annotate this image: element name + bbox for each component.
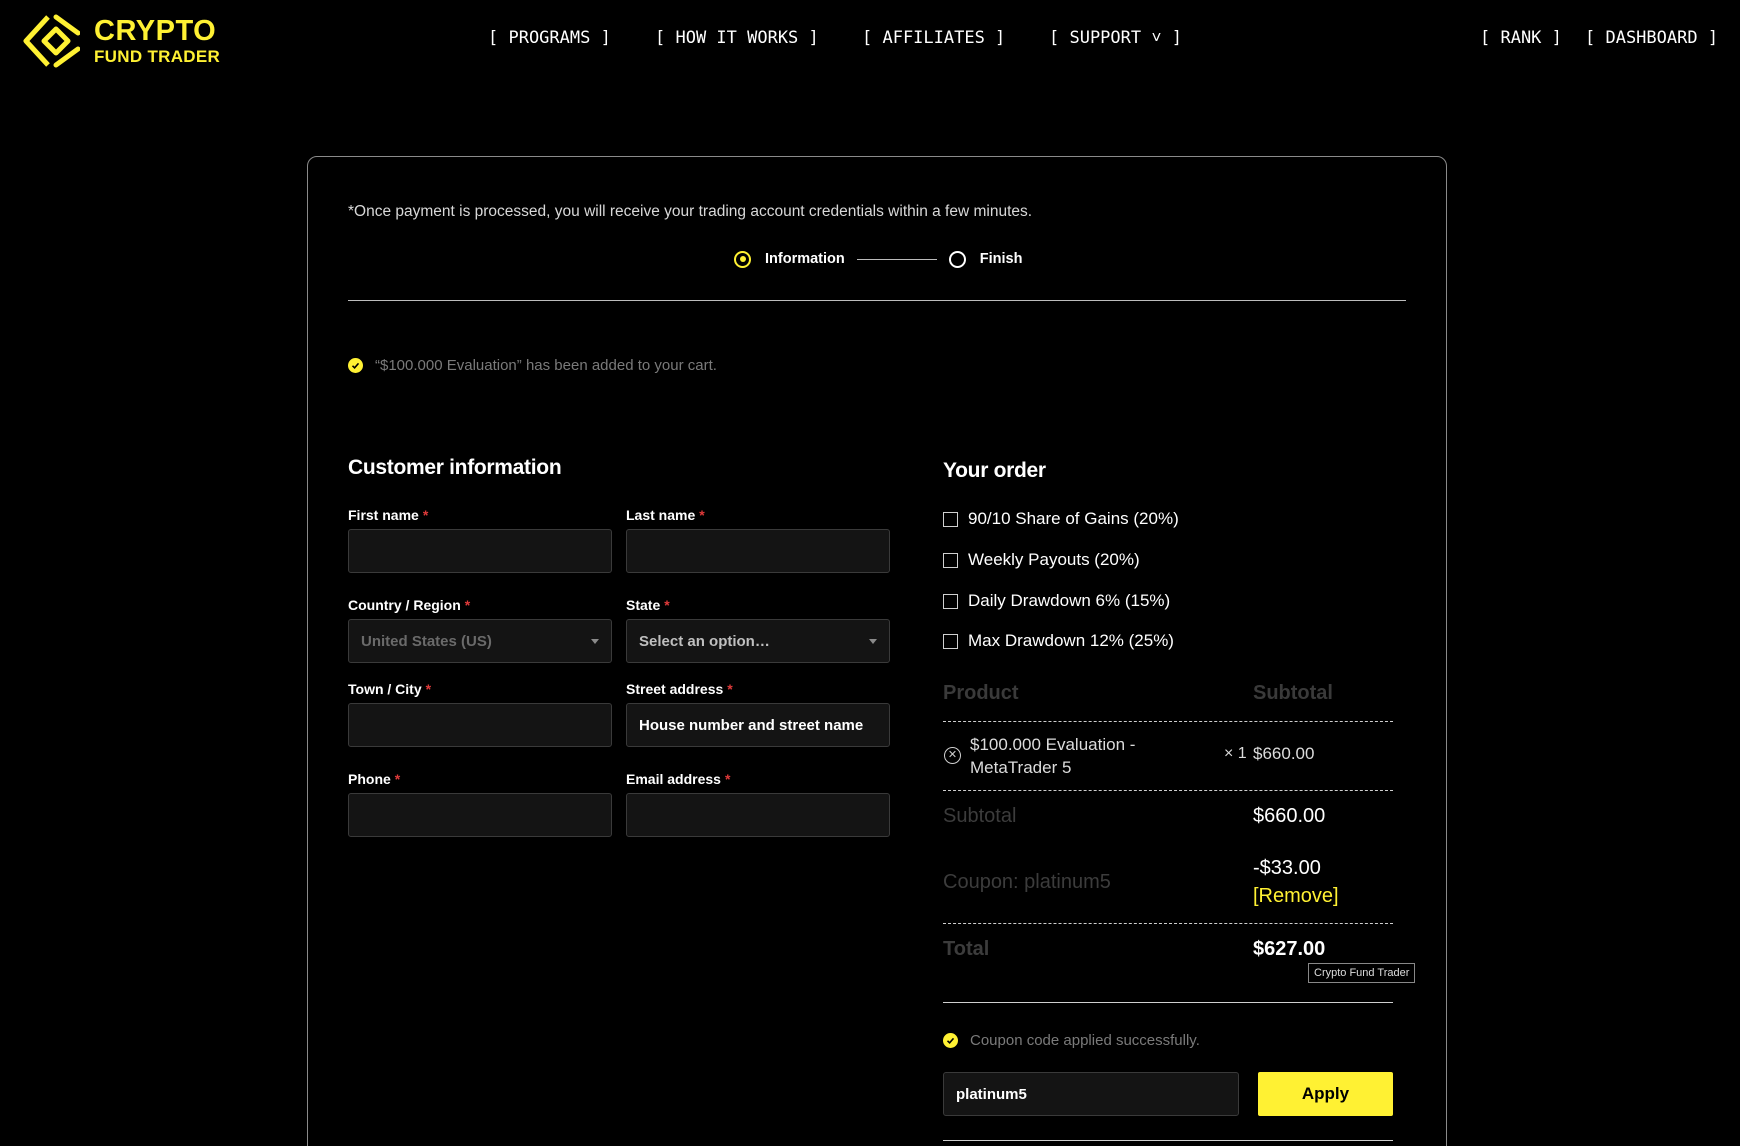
state-select-value: Select an option…: [639, 632, 770, 650]
step-information[interactable]: Information: [765, 251, 845, 267]
coupon-discount: -$33.00: [1253, 857, 1321, 879]
check-circle-icon: [348, 358, 363, 373]
first-name-label: First name *: [348, 507, 429, 523]
country-select[interactable]: United States (US): [348, 619, 612, 663]
addon-daily-drawdown[interactable]: Daily Drawdown 6% (15%): [943, 591, 1170, 611]
payment-notice: *Once payment is processed, you will rec…: [348, 203, 1033, 220]
subtotal-value: $660.00: [1253, 805, 1326, 827]
step-finish[interactable]: Finish: [980, 251, 1023, 267]
coupon-success-text: Coupon code applied successfully.: [970, 1032, 1200, 1049]
phone-label: Phone *: [348, 771, 401, 787]
last-name-label: Last name *: [626, 507, 705, 523]
order-col-product: Product: [943, 682, 1019, 704]
nav-programs[interactable]: [ PROGRAMS ]: [488, 28, 611, 48]
step-finish-icon: [948, 250, 966, 268]
checkout-card: *Once payment is processed, you will rec…: [307, 156, 1447, 1146]
site-header: CRYPTO FUND TRADER [ PROGRAMS ] [ HOW IT…: [0, 0, 1740, 80]
order-product-name: $100.000 Evaluation - MetaTrader 5: [970, 735, 1136, 777]
state-label: State *: [626, 597, 670, 613]
customer-info-title: Customer information: [348, 456, 562, 479]
street-label: Street address *: [626, 681, 733, 697]
total-label: Total: [943, 938, 990, 960]
addon-weekly-payouts[interactable]: Weekly Payouts (20%): [943, 550, 1140, 570]
addon-share-of-gains[interactable]: 90/10 Share of Gains (20%): [943, 509, 1179, 529]
checkout-steps: Information Finish: [734, 247, 1022, 271]
nav-affiliates[interactable]: [ AFFILIATES ]: [862, 28, 1005, 48]
state-select[interactable]: Select an option…: [626, 619, 890, 663]
apply-coupon-button[interactable]: Apply: [1258, 1072, 1393, 1116]
email-label: Email address *: [626, 771, 731, 787]
your-order-title: Your order: [943, 459, 1046, 482]
divider: [348, 300, 1406, 301]
coupon-code-value: platinum5: [956, 1085, 1027, 1103]
total-value: $627.00: [1253, 938, 1326, 960]
order-divider: [943, 1002, 1393, 1003]
country-label: Country / Region *: [348, 597, 471, 613]
email-input[interactable]: [626, 793, 890, 837]
coupon-success-message: Coupon code applied successfully.: [943, 1032, 1200, 1049]
last-name-input[interactable]: [626, 529, 890, 573]
coupon-label: Coupon: platinum5: [943, 871, 1111, 893]
brand-name-line2: FUND TRADER: [94, 47, 221, 66]
coupon-remove-link[interactable]: [Remove]: [1253, 885, 1339, 908]
coupon-code-input[interactable]: platinum5: [943, 1072, 1239, 1116]
nav-dashboard[interactable]: [ DASHBOARD ]: [1585, 28, 1718, 48]
nav-support[interactable]: [ SUPPORT ˅ ]: [1049, 28, 1182, 49]
step-connector: [856, 258, 937, 260]
order-divider: [943, 721, 1393, 722]
city-input[interactable]: [348, 703, 612, 747]
cart-added-text: “$100.000 Evaluation” has been added to …: [375, 357, 717, 374]
first-name-input[interactable]: [348, 529, 612, 573]
order-col-subtotal: Subtotal: [1253, 682, 1333, 704]
country-select-value: United States (US): [361, 632, 492, 650]
brand-logo-icon: [23, 14, 80, 68]
street-input[interactable]: House number and street name: [626, 703, 890, 747]
order-divider: [943, 790, 1393, 791]
addon-max-drawdown[interactable]: Max Drawdown 12% (25%): [943, 631, 1174, 651]
cart-added-message: “$100.000 Evaluation” has been added to …: [348, 357, 717, 374]
order-divider: [943, 1140, 1393, 1141]
brand-logo[interactable]: CRYPTO FUND TRADER: [22, 14, 220, 68]
nav-how-it-works[interactable]: [ HOW IT WORKS ]: [655, 28, 819, 48]
nav-rank[interactable]: [ RANK ]: [1480, 28, 1562, 48]
chevron-down-icon: [591, 639, 599, 644]
checkbox-icon[interactable]: [943, 593, 958, 609]
remove-item-icon[interactable]: ✕: [944, 747, 961, 764]
phone-input[interactable]: [348, 793, 612, 837]
chevron-down-icon: [869, 639, 877, 644]
checkbox-icon[interactable]: [943, 552, 958, 568]
step-information-icon: [734, 250, 751, 268]
checkbox-icon[interactable]: [943, 633, 958, 649]
street-placeholder: House number and street name: [639, 716, 864, 734]
brand-name-line1: CRYPTO: [94, 15, 217, 47]
order-divider: [943, 923, 1393, 924]
checkbox-icon[interactable]: [943, 511, 958, 527]
order-product-price: $660.00: [1253, 744, 1315, 763]
tooltip: Crypto Fund Trader: [1308, 963, 1416, 983]
order-product-qty: × 1: [1224, 745, 1247, 762]
subtotal-label: Subtotal: [943, 805, 1017, 827]
check-circle-icon: [943, 1033, 958, 1048]
city-label: Town / City *: [348, 681, 432, 697]
